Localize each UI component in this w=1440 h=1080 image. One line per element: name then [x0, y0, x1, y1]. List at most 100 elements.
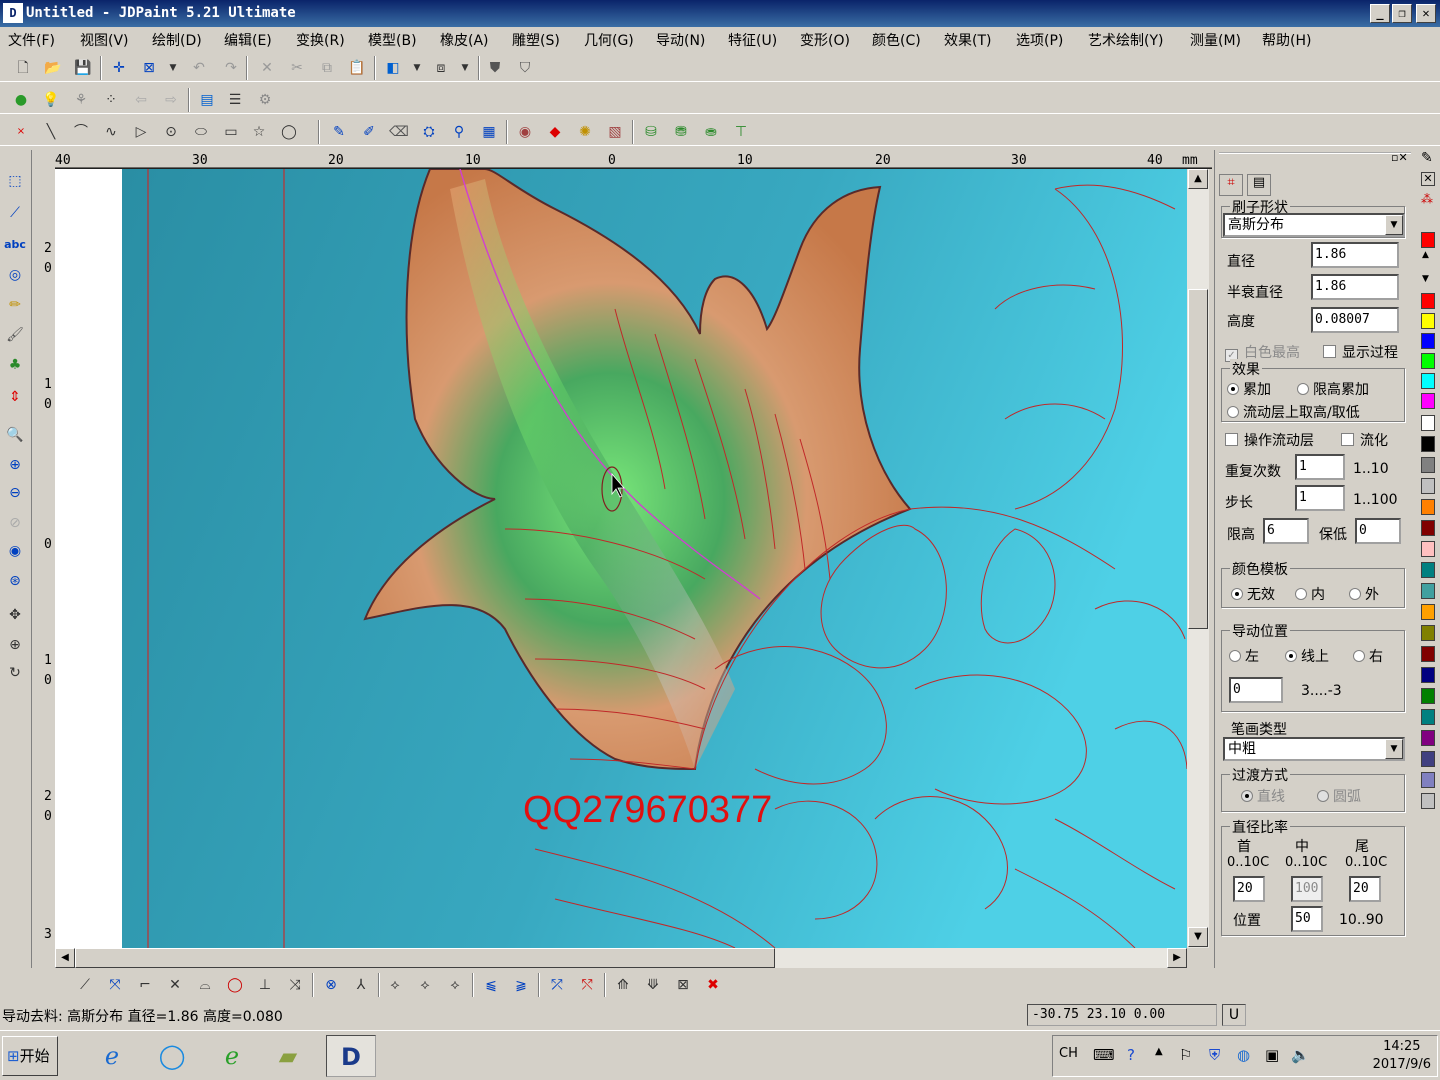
color-swatch[interactable] — [1421, 373, 1435, 389]
vertical-scroll-thumb[interactable] — [1188, 289, 1208, 629]
menu-guide[interactable]: 导动(N) — [656, 30, 705, 50]
palette-up-icon[interactable]: ▲ — [1422, 250, 1429, 260]
color-swatch[interactable] — [1421, 772, 1435, 788]
ratio-mid-input[interactable]: 100 — [1291, 876, 1323, 902]
node-add-icon[interactable]: ⤱ — [546, 974, 568, 996]
monitor-icon[interactable]: ▣ — [1265, 1046, 1279, 1064]
horizontal-scroll-thumb[interactable] — [75, 948, 775, 968]
keep-low-input[interactable]: 0 — [1355, 518, 1401, 544]
network-icon[interactable]: ⚐ — [1179, 1046, 1192, 1064]
pen-icon[interactable]: ✎ — [1421, 150, 1433, 166]
menu-help[interactable]: 帮助(H) — [1262, 30, 1311, 50]
line-edit-icon[interactable]: ⟋ — [74, 974, 96, 996]
zoom-realtime-icon[interactable]: ⊕ — [4, 634, 26, 656]
eraser-icon[interactable]: ⌫ — [388, 121, 410, 143]
tree-icon[interactable]: ♣ — [4, 354, 26, 376]
arrow-right-icon[interactable]: ⇨ — [160, 89, 182, 111]
gp-left-radio[interactable]: 左 — [1229, 646, 1259, 666]
sync-icon[interactable]: ◍ — [1237, 1046, 1250, 1064]
half-diameter-input[interactable]: 1.86 — [1311, 274, 1399, 300]
join3-icon[interactable]: ⟡ — [444, 974, 466, 996]
color-swatch[interactable] — [1421, 293, 1435, 309]
color-swatch[interactable] — [1421, 604, 1435, 620]
drawing-canvas[interactable]: QQ279670377 — [55, 169, 1187, 948]
keyboard-icon[interactable]: ⌨ — [1093, 1046, 1115, 1064]
redo-icon[interactable]: ↷ — [220, 57, 242, 79]
circle-icon[interactable]: ⊙ — [160, 121, 182, 143]
light-green-icon[interactable]: ● — [10, 89, 32, 111]
color-swatch[interactable] — [1421, 709, 1435, 725]
color-swatch[interactable] — [1421, 520, 1435, 536]
horizontal-scrollbar[interactable]: ◀ ▶ — [55, 948, 1187, 968]
select-node-icon[interactable]: ⬚ — [4, 170, 26, 192]
ellipse-icon[interactable]: ⬭ — [190, 121, 212, 143]
break-icon[interactable]: ⌓ — [194, 974, 216, 996]
menu-transform[interactable]: 变换(R) — [296, 30, 345, 50]
perpendicular-icon[interactable]: ⊥ — [254, 974, 276, 996]
tr-line-radio[interactable]: 直线 — [1241, 786, 1285, 806]
eyedropper-icon[interactable]: ⁂ — [1421, 192, 1433, 206]
polyline-icon[interactable]: ▷ — [130, 121, 152, 143]
menu-view[interactable]: 视图(V) — [80, 30, 129, 50]
zoom-in-icon[interactable]: ⊕ — [4, 454, 26, 476]
color-swatch[interactable] — [1421, 751, 1435, 767]
pillar-icon[interactable]: ⊤ — [730, 121, 752, 143]
volume-icon[interactable]: 🔈 — [1291, 1046, 1310, 1064]
color-swatch[interactable] — [1421, 353, 1435, 369]
line-icon[interactable]: ╲ — [40, 121, 62, 143]
scroll-left-button[interactable]: ◀ — [55, 948, 75, 968]
menu-draw[interactable]: 绘制(D) — [152, 30, 202, 50]
offset-icon[interactable]: ⫹ — [480, 974, 502, 996]
height-input[interactable]: 0.08007 — [1311, 307, 1399, 333]
cube-dropdown-icon[interactable]: ▼ — [454, 57, 476, 79]
guide-position-input[interactable]: 0 — [1229, 677, 1283, 703]
effect-flow-layer-radio[interactable]: 流动层上取高/取低 — [1227, 402, 1360, 422]
brush-shape-select[interactable]: 高斯分布 ▼ — [1223, 213, 1405, 237]
select-box-icon[interactable]: ⊠ — [138, 57, 160, 79]
streamline-checkbox[interactable]: 流化 — [1341, 430, 1388, 450]
cube-view-icon[interactable]: ⧈ — [430, 57, 452, 79]
save-icon[interactable]: 💾 — [72, 57, 94, 79]
qq-browser-icon[interactable]: ◯ — [150, 1035, 194, 1077]
menu-geometry[interactable]: 几何(G) — [584, 30, 634, 50]
ct-none-radio[interactable]: 无效 — [1231, 584, 1275, 604]
node-delete-icon[interactable]: ⤲ — [576, 974, 598, 996]
color-swatch[interactable] — [1421, 436, 1435, 452]
operate-flow-checkbox[interactable]: 操作流动层 — [1225, 430, 1314, 450]
ratio-head-input[interactable]: 20 — [1233, 876, 1265, 902]
copy-icon[interactable]: ⧉ — [316, 57, 338, 79]
color-swatch[interactable] — [1421, 313, 1435, 329]
undo-icon[interactable]: ↶ — [188, 57, 210, 79]
spline-icon[interactable]: ∿ — [100, 121, 122, 143]
menu-deform[interactable]: 变形(O) — [800, 30, 850, 50]
zoom-prev-icon[interactable]: ⊘ — [4, 512, 26, 534]
ct-inner-radio[interactable]: 内 — [1295, 584, 1325, 604]
scroll-right-button[interactable]: ▶ — [1167, 948, 1187, 968]
color-swatch[interactable] — [1421, 562, 1435, 578]
circle-edit-icon[interactable]: ◯ — [224, 974, 246, 996]
join-icon[interactable]: ⟡ — [384, 974, 406, 996]
menu-eraser[interactable]: 橡皮(A) — [440, 30, 489, 50]
zoom-window-icon[interactable]: 🔍 — [4, 424, 26, 446]
diamond-icon[interactable]: ◆ — [544, 121, 566, 143]
color-swatch[interactable] — [1421, 730, 1435, 746]
pan-icon[interactable]: ✥ — [4, 604, 26, 626]
shade-icon[interactable]: ⛉ — [514, 57, 536, 79]
bezier-icon[interactable]: ⟋ — [4, 202, 26, 224]
tangent-icon[interactable]: ⤨ — [284, 974, 306, 996]
menu-edit[interactable]: 编辑(E) — [224, 30, 272, 50]
crosshair-icon[interactable]: ✛ — [108, 57, 130, 79]
tr-arc-radio[interactable]: 圆弧 — [1317, 786, 1361, 806]
mirror-icon[interactable]: ⟰ — [612, 974, 634, 996]
color-swatch[interactable] — [1421, 457, 1435, 473]
sculpt-tool1-icon[interactable]: ✎ — [328, 121, 350, 143]
delete-icon[interactable]: ✕ — [256, 57, 278, 79]
knot-icon[interactable]: ⚲ — [448, 121, 470, 143]
tab-doc-icon[interactable]: ▤ — [1247, 174, 1271, 196]
repeat-input[interactable]: 1 — [1295, 454, 1345, 480]
nodes-icon[interactable]: ⁘ — [100, 89, 122, 111]
view-dropdown-icon[interactable]: ▼ — [406, 57, 428, 79]
shield-render-icon[interactable]: ⛊ — [484, 57, 506, 79]
close-curve-icon[interactable]: ⊠ — [672, 974, 694, 996]
panel-close-icon[interactable]: ▫✕ — [1391, 151, 1408, 164]
